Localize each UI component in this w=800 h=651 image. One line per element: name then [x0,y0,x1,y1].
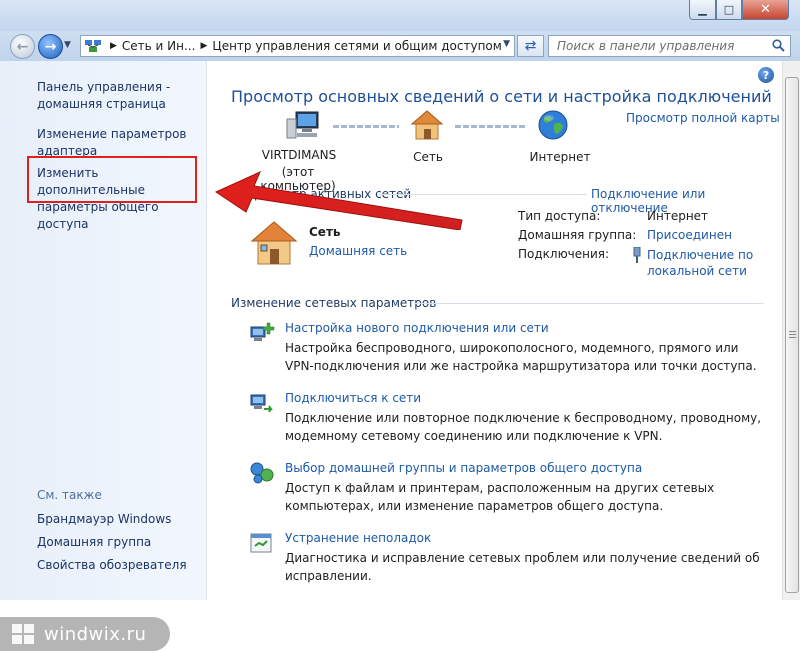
grip-line [789,334,796,335]
map-connector-line [455,125,527,128]
highlight-frame [27,156,197,203]
minimize-button[interactable]: ▁ [689,0,716,20]
task-description: Диагностика и исправление сетевых пробле… [285,551,760,583]
home-network-icon[interactable] [410,109,444,141]
scrollbar-thumb[interactable] [785,77,799,593]
map-connector-line [333,125,399,128]
refresh-icon: ⇄ [524,38,537,54]
network-name: Сеть [309,225,341,239]
home-network-icon [250,221,298,265]
close-button[interactable]: ✕ [742,0,789,20]
homegroup-link[interactable]: Присоединен [647,228,732,242]
forward-button[interactable]: → [38,34,63,59]
computer-name-label: VIRTDIMANS [261,148,337,162]
connect-to-network-icon [250,394,273,413]
see-also-heading: См. также [37,488,102,502]
computer-icon[interactable] [285,111,321,141]
watermark: windwix.ru [0,617,170,651]
ethernet-plug-icon [633,247,641,263]
close-icon: ✕ [760,2,771,17]
change-settings-heading: Изменение сетевых параметров [231,296,437,310]
arrow-right-icon: → [44,38,57,55]
access-type-value: Интернет [647,209,709,223]
sidebar-link-internet-options[interactable]: Свойства обозревателя [37,557,202,574]
vertical-scrollbar[interactable] [782,61,800,600]
search-icon[interactable] [772,39,785,52]
new-connection-icon [250,322,275,341]
history-dropdown-icon[interactable]: ▼ [64,40,76,52]
refresh-button[interactable]: ⇄ [517,35,544,57]
local-connection-link[interactable]: Подключение по локальной сети [647,247,757,279]
windows-logo-icon [12,624,34,644]
breadcrumb-item-current[interactable]: Центр управления сетями и общим доступом [212,39,501,53]
homegroup-sharing-link[interactable]: Выбор домашней группы и параметров общег… [285,461,642,475]
navigation-bar: ← → ▼ ▶ Сеть и Ин... ▶ Центр управления … [0,31,800,61]
page-title: Просмотр основных сведений о сети и наст… [231,87,772,106]
divider [377,194,587,195]
arrow-left-icon: ← [16,38,29,55]
full-map-link[interactable]: Просмотр полной карты [626,111,780,125]
search-input[interactable] [549,36,769,56]
address-bar[interactable]: ▶ Сеть и Ин... ▶ Центр управления сетями… [80,35,515,57]
grip-line [789,337,796,338]
connections-label: Подключения: [518,247,610,261]
grip-line [789,331,796,332]
sidebar-link-control-panel-home[interactable]: Панель управления - домашняя страница [37,79,202,113]
breadcrumb-separator-icon[interactable]: ▶ [110,41,117,51]
minimize-icon: ▁ [698,3,707,16]
access-type-label: Тип доступа: [518,209,601,223]
troubleshoot-link[interactable]: Устранение неполадок [285,531,431,545]
maximize-icon: □ [723,3,735,16]
back-button[interactable]: ← [10,34,35,59]
watermark-text: windwix.ru [44,623,147,645]
sidebar-link-firewall[interactable]: Брандмауэр Windows [37,511,202,528]
search-box[interactable] [548,35,791,57]
window-titlebar: ▁ □ ✕ [0,0,800,31]
breadcrumb-separator-icon[interactable]: ▶ [200,41,207,51]
main-content: ? Просмотр основных сведений о сети и на… [207,61,782,600]
task-description: Настройка беспроводного, широкополосного… [285,341,757,373]
chevron-down-icon[interactable]: ▼ [503,39,510,49]
maximize-button[interactable]: □ [716,0,742,20]
task-description: Подключение или повторное подключение к … [285,411,762,443]
sidebar-link-adapter-settings[interactable]: Изменение параметров адаптера [37,126,202,160]
internet-globe-icon[interactable] [537,109,569,141]
network-label: Сеть [413,150,443,164]
troubleshoot-icon [250,533,272,553]
sidebar: Панель управления - домашняя страница Из… [0,61,207,651]
help-icon[interactable]: ? [758,67,774,83]
homegroup-label: Домашняя группа: [518,228,637,242]
setup-new-connection-link[interactable]: Настройка нового подключения или сети [285,321,549,335]
network-type-link[interactable]: Домашняя сеть [309,244,407,258]
connect-to-network-link[interactable]: Подключиться к сети [285,391,421,405]
divider [414,303,764,304]
network-center-icon [85,40,101,52]
breadcrumb-item[interactable]: Сеть и Ин... [122,39,196,53]
internet-label: Интернет [529,150,591,164]
homegroup-sharing-icon [250,462,274,484]
task-description: Доступ к файлам и принтерам, расположенн… [285,481,715,513]
sidebar-link-homegroup[interactable]: Домашняя группа [37,534,202,551]
